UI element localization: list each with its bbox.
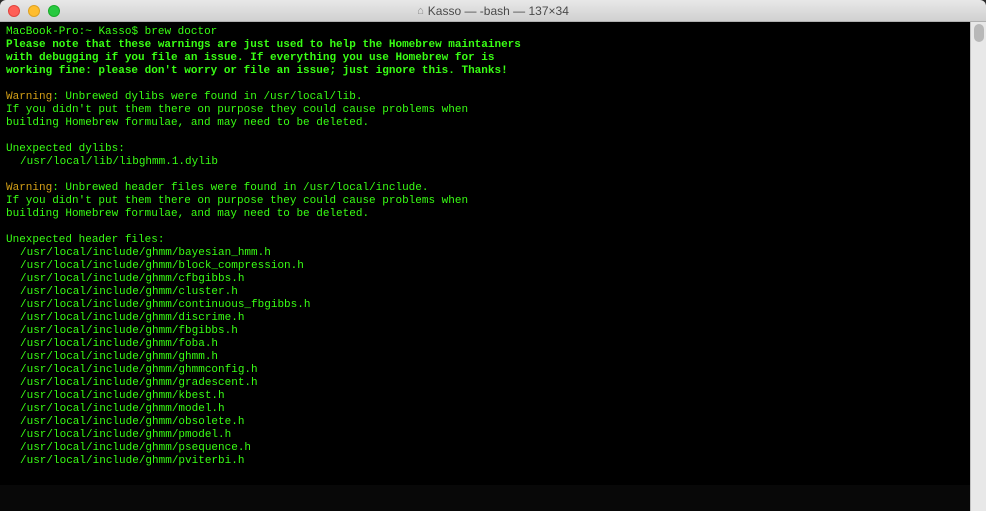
warning-label: Warning (6, 182, 52, 194)
blank-line (6, 221, 964, 234)
close-button[interactable] (8, 5, 20, 17)
header-file-item: /usr/local/include/ghmm/continuous_fbgib… (6, 299, 964, 312)
prompt-line: MacBook-Pro:~ Kasso$ brew doctor (6, 26, 964, 39)
header-file-item: /usr/local/include/ghmm/psequence.h (6, 442, 964, 455)
warning-1-header: Warning: Unbrewed dylibs were found in /… (6, 91, 964, 104)
blank-line (6, 130, 964, 143)
warning-2-list-header: Unexpected header files: (6, 234, 964, 247)
header-file-item: /usr/local/include/ghmm/ghmm.h (6, 351, 964, 364)
warning-1-detail-1: If you didn't put them there on purpose … (6, 104, 964, 117)
header-file-item: /usr/local/include/ghmm/model.h (6, 403, 964, 416)
terminal-window: ⌂ Kasso — -bash — 137×34 MacBook-Pro:~ K… (0, 0, 986, 511)
warning-label: Warning (6, 91, 52, 103)
prompt-sep: :~ (79, 26, 99, 38)
dylib-item: /usr/local/lib/libghmm.1.dylib (6, 156, 964, 169)
note-line-3: working fine: please don't worry or file… (6, 65, 964, 78)
window-title: ⌂ Kasso — -bash — 137×34 (417, 4, 569, 18)
header-file-item: /usr/local/include/ghmm/block_compressio… (6, 260, 964, 273)
scrollbar-thumb[interactable] (974, 24, 984, 42)
title-text: Kasso — -bash — 137×34 (428, 4, 569, 18)
header-file-item: /usr/local/include/ghmm/cfbgibbs.h (6, 273, 964, 286)
header-file-item: /usr/local/include/ghmm/pviterbi.h (6, 455, 964, 468)
blank-line (6, 78, 964, 91)
minimize-button[interactable] (28, 5, 40, 17)
warning-2-detail-2: building Homebrew formulae, and may need… (6, 208, 964, 221)
header-file-item: /usr/local/include/ghmm/cluster.h (6, 286, 964, 299)
header-file-item: /usr/local/include/ghmm/fbgibbs.h (6, 325, 964, 338)
warning-2-header: Warning: Unbrewed header files were foun… (6, 182, 964, 195)
header-file-item: /usr/local/include/ghmm/ghmmconfig.h (6, 364, 964, 377)
terminal-content[interactable]: MacBook-Pro:~ Kasso$ brew doctor Please … (0, 22, 970, 511)
warning-2-detail-1: If you didn't put them there on purpose … (6, 195, 964, 208)
prompt-cwd: Kasso (98, 26, 131, 38)
warning-1-detail-2: building Homebrew formulae, and may need… (6, 117, 964, 130)
zoom-button[interactable] (48, 5, 60, 17)
selection-band (0, 485, 970, 511)
header-file-item: /usr/local/include/ghmm/pmodel.h (6, 429, 964, 442)
warning-msg: : Unbrewed dylibs were found in /usr/loc… (52, 91, 362, 103)
prompt-dollar: $ (131, 26, 144, 38)
header-file-item: /usr/local/include/ghmm/foba.h (6, 338, 964, 351)
header-file-item: /usr/local/include/ghmm/discrime.h (6, 312, 964, 325)
warning-1-list-header: Unexpected dylibs: (6, 143, 964, 156)
header-file-item: /usr/local/include/ghmm/obsolete.h (6, 416, 964, 429)
home-icon: ⌂ (417, 5, 424, 17)
command-text: brew doctor (145, 26, 218, 38)
header-file-item: /usr/local/include/ghmm/bayesian_hmm.h (6, 247, 964, 260)
scrollbar-track[interactable] (970, 22, 986, 511)
note-line-2: with debugging if you file an issue. If … (6, 52, 964, 65)
note-line-1: Please note that these warnings are just… (6, 39, 964, 52)
prompt-host: MacBook-Pro (6, 26, 79, 38)
warning-msg: : Unbrewed header files were found in /u… (52, 182, 428, 194)
header-file-item: /usr/local/include/ghmm/gradescent.h (6, 377, 964, 390)
blank-line (6, 169, 964, 182)
titlebar[interactable]: ⌂ Kasso — -bash — 137×34 (0, 0, 986, 22)
traffic-lights (8, 5, 60, 17)
header-file-item: /usr/local/include/ghmm/kbest.h (6, 390, 964, 403)
